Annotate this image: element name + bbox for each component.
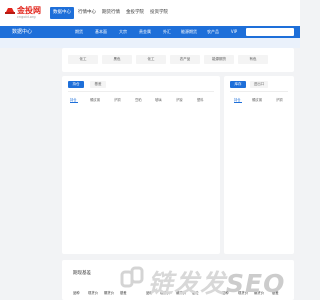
tab-positions[interactable]: 持仓 xyxy=(68,81,84,88)
column-header: 期货价 xyxy=(104,291,114,295)
nav-market-center[interactable]: 行情中心 xyxy=(76,8,98,18)
category-fundamentals[interactable]: 基本面 xyxy=(92,28,110,36)
basis-panel-title: 期现基差 xyxy=(73,271,91,276)
nav-data-center[interactable]: 数据中心 xyxy=(50,7,74,19)
nav-investment-academy[interactable]: 投资学院 xyxy=(148,8,170,18)
nav-futures-quotes[interactable]: 期货行情 xyxy=(100,8,122,18)
filter-copper[interactable]: 沪铜 xyxy=(114,97,121,102)
active-filter-underline xyxy=(234,102,242,103)
commodity-chip[interactable]: 化工 xyxy=(136,55,166,64)
watermark: 链发发SEO xyxy=(120,262,290,298)
filter-copper[interactable]: 沪铜 xyxy=(276,97,283,102)
category-precious-metals[interactable]: 贵金属 xyxy=(136,28,154,36)
nav-jintou-academy[interactable]: 金投学院 xyxy=(124,8,146,18)
filter-rebar[interactable]: 螺纹钢 xyxy=(90,97,100,102)
tab-divider xyxy=(68,91,214,92)
commodity-chip[interactable]: 农产品 xyxy=(170,55,200,64)
commodity-chip[interactable]: 能源期货 xyxy=(204,55,234,64)
filter-rebar[interactable]: 螺纹钢 xyxy=(252,97,262,102)
category-bulk[interactable]: 大宗 xyxy=(116,28,130,36)
filter-soymeal[interactable]: 豆粕 xyxy=(135,97,142,102)
commodity-card: 化工 黑色 化工 农产品 能源期货 有色 xyxy=(62,48,294,72)
filter-plastic[interactable]: 塑料 xyxy=(197,97,204,102)
gold-ingot-icon xyxy=(5,8,15,14)
top-navigation: 金投网 cngold.org 数据中心 行情中心 期货行情 金投学院 投资学院 xyxy=(0,0,300,26)
filter-glass[interactable]: 玻璃 xyxy=(155,97,162,102)
header-band xyxy=(0,38,300,48)
tab-basis[interactable]: 基差 xyxy=(90,81,106,88)
category-agriculture[interactable]: 农产品 xyxy=(204,28,222,36)
column-header: 现货价 xyxy=(88,291,98,295)
site-logo[interactable]: 金投网 cngold.org xyxy=(5,5,45,23)
active-filter-underline xyxy=(70,102,78,103)
link-chain-icon xyxy=(120,266,144,288)
section-title: 数据中心 xyxy=(12,29,33,35)
logo-domain: cngold.org xyxy=(17,15,36,19)
commodity-chip[interactable]: 有色 xyxy=(238,55,268,64)
commodity-chip[interactable]: 化工 xyxy=(68,55,98,64)
tab-import-export[interactable]: 进出口 xyxy=(250,81,268,88)
watermark-main: 链发发 xyxy=(148,269,227,298)
right-data-panel: 库存 进出口 持仓 螺纹钢 沪铜 xyxy=(224,76,294,254)
left-data-panel: 持仓 基差 持仓 螺纹钢 沪铜 豆粕 玻璃 沪镍 塑料 xyxy=(62,76,220,254)
commodity-chip[interactable]: 黑色 xyxy=(102,55,132,64)
category-energy[interactable]: 能源期货 xyxy=(178,28,200,36)
column-header: 品种 xyxy=(73,291,80,295)
filter-nickel[interactable]: 沪镍 xyxy=(176,97,183,102)
search-input[interactable] xyxy=(246,28,294,36)
watermark-seo: SEO xyxy=(226,269,286,298)
tab-divider xyxy=(230,91,288,92)
watermark-text: 链发发SEO xyxy=(148,264,285,300)
category-futures[interactable]: 期货 xyxy=(72,28,86,36)
category-vip[interactable]: VIP xyxy=(228,28,240,36)
category-forex[interactable]: 外汇 xyxy=(160,28,174,36)
tab-inventory[interactable]: 库存 xyxy=(230,81,246,88)
